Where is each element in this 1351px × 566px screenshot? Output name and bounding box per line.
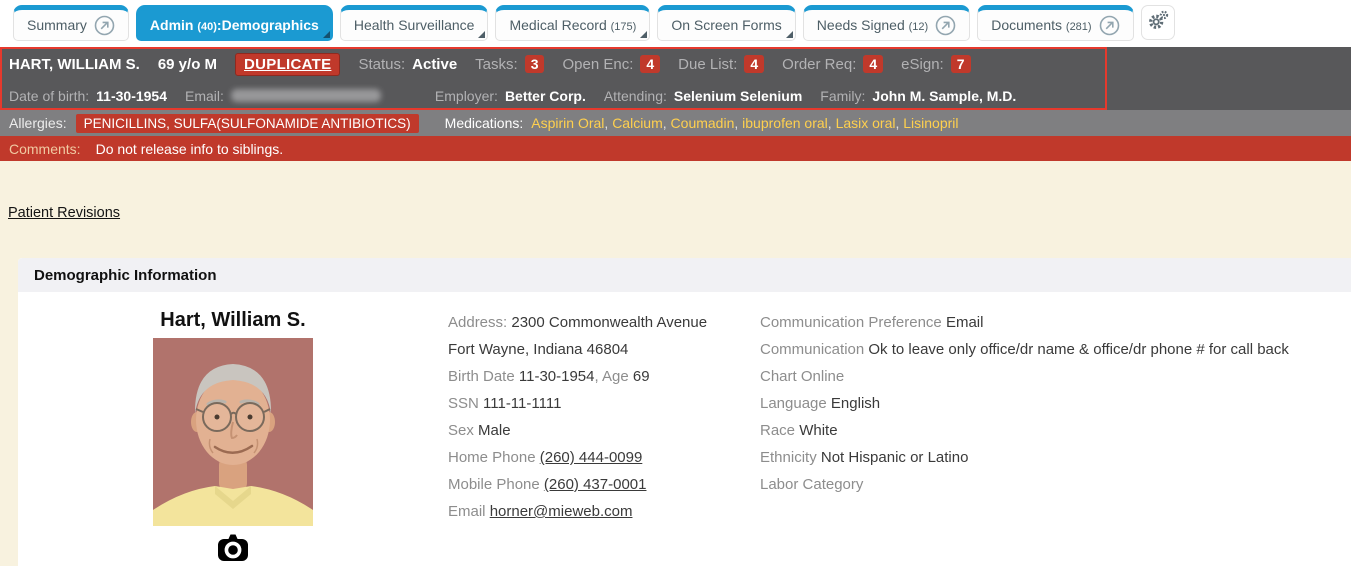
allergies-label: Allergies: (9, 115, 67, 131)
tab-needs-signed[interactable]: Needs Signed (12) (803, 5, 970, 41)
tab-documents[interactable]: Documents (281) (977, 5, 1133, 41)
order-req-label: Order Req: (782, 56, 856, 73)
due-list-label: Due List: (678, 56, 737, 73)
status-value: Active (412, 56, 457, 73)
patient-photo-column: Hart, William S. (18, 309, 448, 566)
tab-summary[interactable]: Summary (13, 5, 129, 41)
tab-dropdown-fold-icon[interactable] (478, 31, 485, 38)
popout-icon[interactable] (1099, 15, 1120, 36)
field-row: Communication Preference Email (760, 309, 1351, 336)
open-enc-label: Open Enc: (562, 56, 633, 73)
esign-count-badge[interactable]: 7 (951, 55, 971, 73)
patient-name: HART, WILLIAM S. (9, 56, 140, 73)
mobile-phone-row: Mobile Phone (260) 437-0001 (448, 471, 760, 498)
demographics-middle-column: Address: 2300 Commonwealth Avenue Fort W… (448, 309, 760, 566)
camera-icon (217, 549, 249, 566)
tab-health-surveillance[interactable]: Health Surveillance (340, 5, 489, 41)
patient-banner-row2: Date of birth: 11-30-1954 Email: Employer… (0, 81, 1351, 110)
home-phone-link[interactable]: (260) 444-0099 (540, 449, 643, 466)
comments-label: Comments: (9, 141, 81, 157)
mobile-phone-link[interactable]: (260) 437-0001 (544, 476, 647, 493)
medications-list: Aspirin OralCalciumCoumadinibuprofen ora… (531, 115, 958, 131)
medication-link[interactable]: Calcium (604, 115, 662, 131)
field-row: Communication Ok to leave only office/dr… (760, 336, 1351, 363)
camera-upload-button[interactable] (217, 533, 249, 566)
tab-dropdown-fold-icon[interactable] (323, 31, 330, 38)
home-phone-row: Home Phone (260) 444-0099 (448, 444, 760, 471)
allergies-badge[interactable]: PENICILLINS, SULFA(SULFONAMIDE ANTIBIOTI… (76, 114, 419, 133)
demographic-information-card: Demographic Information Hart, William S. (18, 258, 1351, 566)
section-title: Demographic Information (34, 267, 217, 284)
section-header: Demographic Information (18, 258, 1351, 292)
address-row-2: Fort Wayne, Indiana 46804 (448, 336, 760, 363)
patient-banner: HART, WILLIAM S. 69 y/o M DUPLICATE Stat… (0, 47, 1351, 110)
medication-link[interactable]: ibuprofen oral (734, 115, 827, 131)
open-enc-count-badge[interactable]: 4 (640, 55, 660, 73)
tab-medical-label: Medical Record (175) (509, 17, 636, 33)
patient-photo[interactable] (153, 338, 313, 526)
demographics-body: Hart, William S. (18, 292, 1351, 566)
medication-link[interactable]: Aspirin Oral (531, 115, 604, 131)
tab-needs-label: Needs Signed (12) (817, 17, 928, 33)
field-row: Labor Category (760, 471, 1351, 498)
birth-date-row: Birth Date 11-30-1954, Age 69 (448, 363, 760, 390)
patient-banner-row1: HART, WILLIAM S. 69 y/o M DUPLICATE Stat… (0, 47, 1351, 81)
comments-row: Comments: Do not release info to sibling… (0, 136, 1351, 161)
medication-link[interactable]: Lasix oral (828, 115, 896, 131)
tab-medical-record[interactable]: Medical Record (175) (495, 5, 650, 41)
redacted-email-value (231, 89, 381, 102)
attending-value: Selenium Selenium (674, 88, 802, 104)
sex-row: Sex Male (448, 417, 760, 444)
tab-summary-label: Summary (27, 17, 87, 33)
email-label: Email: (185, 88, 224, 104)
popout-icon[interactable] (94, 15, 115, 36)
medications-label: Medications: (445, 115, 524, 131)
gear-icon (1147, 9, 1169, 36)
email-link[interactable]: horner@mieweb.com (490, 503, 633, 520)
address-row: Address: 2300 Commonwealth Avenue (448, 309, 760, 336)
tab-bar: Summary Admin (40):Demographics Health S… (0, 0, 1351, 47)
main-content: Patient Revisions Demographic Informatio… (0, 161, 1351, 566)
tab-health-label: Health Surveillance (354, 17, 475, 33)
tasks-count-badge[interactable]: 3 (525, 55, 545, 73)
family-value: John M. Sample, M.D. (872, 88, 1016, 104)
attending-label: Attending: (604, 88, 667, 104)
email-row: Email horner@mieweb.com (448, 498, 760, 525)
medication-link[interactable]: Lisinopril (895, 115, 958, 131)
employer-value: Better Corp. (505, 88, 586, 104)
tab-dropdown-fold-icon[interactable] (640, 31, 647, 38)
employer-label: Employer: (435, 88, 498, 104)
tab-documents-label: Documents (281) (991, 17, 1091, 33)
medication-link[interactable]: Coumadin (663, 115, 735, 131)
field-row: Race White (760, 417, 1351, 444)
demographics-right-column: Communication Preference Email Communica… (760, 309, 1351, 566)
patient-revisions-link[interactable]: Patient Revisions (8, 205, 120, 221)
comments-value: Do not release info to siblings. (96, 141, 284, 157)
tab-admin-demographics[interactable]: Admin (40):Demographics (136, 5, 333, 41)
tab-admin-label: Admin (40):Demographics (150, 17, 319, 33)
tab-on-screen-forms[interactable]: On Screen Forms (657, 5, 795, 41)
tasks-label: Tasks: (475, 56, 518, 73)
dob-label: Date of birth: (9, 88, 89, 104)
tab-forms-label: On Screen Forms (671, 17, 781, 33)
due-list-count-badge[interactable]: 4 (744, 55, 764, 73)
field-row: Chart Online (760, 363, 1351, 390)
status-label: Status: (358, 56, 405, 73)
field-row: Language English (760, 390, 1351, 417)
esign-label: eSign: (901, 56, 944, 73)
popout-icon[interactable] (935, 15, 956, 36)
duplicate-badge[interactable]: DUPLICATE (235, 53, 340, 76)
family-label: Family: (820, 88, 865, 104)
dob-value: 11-30-1954 (96, 88, 167, 104)
field-row: Ethnicity Not Hispanic or Latino (760, 444, 1351, 471)
ssn-row: SSN 111-11-1111 (448, 390, 760, 417)
order-req-count-badge[interactable]: 4 (863, 55, 883, 73)
patient-display-name: Hart, William S. (160, 309, 305, 332)
settings-button[interactable] (1141, 5, 1175, 40)
patient-age-sex: 69 y/o M (158, 56, 217, 73)
tab-dropdown-fold-icon[interactable] (786, 31, 793, 38)
allergies-row: Allergies: PENICILLINS, SULFA(SULFONAMID… (0, 110, 1351, 136)
